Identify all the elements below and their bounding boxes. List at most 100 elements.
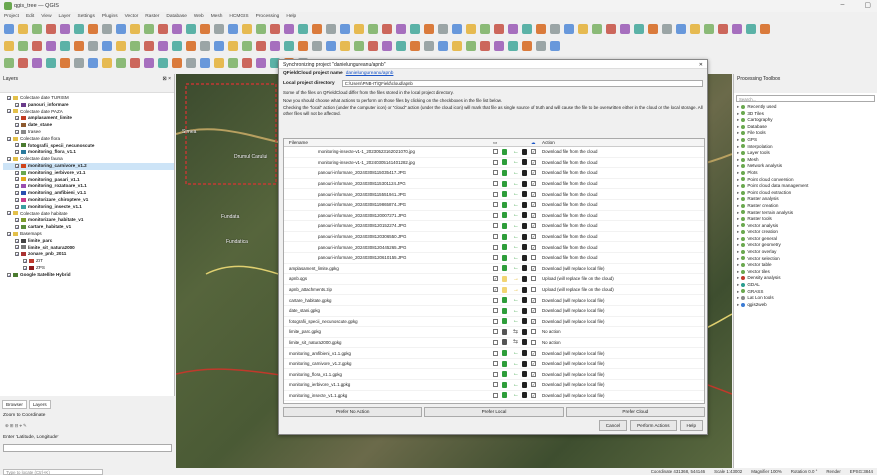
toolbar-tool-icon[interactable] (256, 24, 266, 34)
cloud-action-checkbox[interactable]: ✓ (531, 191, 536, 197)
layer-item[interactable]: ✓ cartare_habitate_v1 (3, 224, 174, 231)
layer-visibility-checkbox[interactable]: ✓ (23, 258, 27, 263)
toolbar-tool-icon[interactable] (620, 24, 630, 34)
toolbar-tool-icon[interactable] (508, 24, 518, 34)
toolbar-tool-icon[interactable] (228, 58, 238, 68)
toolbar-tool-icon[interactable] (312, 41, 322, 51)
processing-provider-item[interactable]: ▸ File tools (737, 130, 877, 137)
local-action-checkbox[interactable] (493, 318, 498, 324)
expand-arrow-icon[interactable]: ▸ (737, 157, 739, 162)
toolbar-tool-icon[interactable] (410, 24, 420, 34)
processing-provider-item[interactable]: ▸ Raster creation (737, 203, 877, 210)
menu-item-settings[interactable]: Settings (78, 14, 95, 19)
layer-visibility-checkbox[interactable]: ✓ (15, 116, 19, 121)
local-action-checkbox[interactable] (493, 223, 498, 229)
toolbar-tool-icon[interactable] (298, 24, 308, 34)
layer-visibility-checkbox[interactable]: ✓ (7, 272, 11, 277)
layer-item[interactable]: ✓ limite_sit_natura2000 (3, 245, 174, 252)
toolbar-tool-icon[interactable] (368, 24, 378, 34)
local-action-checkbox[interactable] (493, 202, 498, 208)
processing-provider-item[interactable]: ▸ Point cloud extraction (737, 190, 877, 197)
toolbar-tool-icon[interactable] (18, 41, 28, 51)
cloud-action-checkbox[interactable] (531, 339, 536, 345)
minimize-icon[interactable]: – (840, 1, 844, 9)
expand-arrow-icon[interactable]: ▸ (737, 295, 739, 300)
processing-provider-item[interactable]: ▸ 3D Tiles (737, 111, 877, 118)
toolbar-tool-icon[interactable] (116, 58, 126, 68)
layer-group[interactable]: ✓ Colectare date habitate (3, 211, 174, 218)
toolbar-tool-icon[interactable] (536, 41, 546, 51)
toolbar-tool-icon[interactable] (424, 41, 434, 51)
toolbar-tool-icon[interactable] (172, 58, 182, 68)
toolbar-tool-icon[interactable] (186, 41, 196, 51)
cloud-action-checkbox[interactable] (531, 276, 536, 282)
local-action-checkbox[interactable] (493, 181, 498, 187)
toolbar-tool-icon[interactable] (480, 41, 490, 51)
expand-arrow-icon[interactable]: ▸ (737, 190, 739, 195)
processing-provider-item[interactable]: ▸ Vector selection (737, 256, 877, 263)
expand-arrow-icon[interactable]: ▸ (737, 256, 739, 261)
menu-item-database[interactable]: Database (166, 14, 187, 19)
toolbar-tool-icon[interactable] (242, 24, 252, 34)
expand-arrow-icon[interactable]: ▸ (737, 170, 739, 175)
processing-provider-item[interactable]: ▸ Interpolation (737, 144, 877, 151)
toolbar-tool-icon[interactable] (4, 24, 14, 34)
local-action-checkbox[interactable]: ✓ (493, 276, 498, 282)
toolbar-tool-icon[interactable] (88, 24, 98, 34)
processing-search-input[interactable]: Search... (736, 95, 875, 102)
panel-close-icon[interactable]: ⊠ × (163, 76, 172, 82)
project-name-link[interactable]: danielungureanu/apnb (346, 71, 394, 76)
menu-item-mesh[interactable]: Mesh (211, 14, 223, 19)
render-toggle[interactable]: Render (826, 469, 840, 474)
toolbar-tool-icon[interactable] (578, 24, 588, 34)
toolbar-tool-icon[interactable] (186, 58, 196, 68)
menu-item-view[interactable]: View (41, 14, 51, 19)
toolbar-tool-icon[interactable] (284, 41, 294, 51)
toolbar-tool-icon[interactable] (144, 58, 154, 68)
toolbar-tool-icon[interactable] (172, 41, 182, 51)
toolbar-tool-icon[interactable] (550, 24, 560, 34)
toolbar-tool-icon[interactable] (214, 58, 224, 68)
toolbar-tool-icon[interactable] (732, 24, 742, 34)
layer-group[interactable]: ✓ Basemaps (3, 231, 174, 238)
layer-item[interactable]: ✓ trasee (3, 129, 174, 136)
processing-provider-item[interactable]: ▸ Raster analysis (737, 196, 877, 203)
scale-readout[interactable]: Scale 1:43002 (714, 469, 742, 474)
layer-visibility-checkbox[interactable]: ✓ (7, 109, 11, 114)
layer-visibility-checkbox[interactable]: ✓ (7, 136, 11, 141)
toolbar-tool-icon[interactable] (634, 24, 644, 34)
layer-visibility-checkbox[interactable]: ✓ (15, 190, 19, 195)
toolbar-tool-icon[interactable] (452, 41, 462, 51)
toolbar-tool-icon[interactable] (704, 24, 714, 34)
processing-provider-item[interactable]: ▸ Lat Lon tools (737, 295, 877, 302)
toolbar-tool-icon[interactable] (256, 58, 266, 68)
toolbar-tool-icon[interactable] (340, 24, 350, 34)
local-action-checkbox[interactable] (493, 329, 498, 335)
local-action-checkbox[interactable] (493, 234, 498, 240)
processing-provider-item[interactable]: ▸ Vector table (737, 262, 877, 269)
layer-item[interactable]: ✓ monitoring_carnivore_v1.2 (3, 162, 174, 170)
layer-visibility-checkbox[interactable]: ✓ (15, 224, 19, 229)
local-action-checkbox[interactable] (493, 191, 498, 197)
toolbar-tool-icon[interactable] (648, 24, 658, 34)
cloud-action-checkbox[interactable]: ✓ (531, 181, 536, 187)
toolbar-tool-icon[interactable] (592, 24, 602, 34)
processing-provider-item[interactable]: ▸ Database (737, 124, 877, 131)
layer-visibility-checkbox[interactable]: ✓ (7, 156, 11, 161)
menu-item-vector[interactable]: Vector (125, 14, 139, 19)
expand-arrow-icon[interactable]: ▸ (737, 282, 739, 287)
local-action-checkbox[interactable] (493, 265, 498, 271)
toolbar-tool-icon[interactable] (326, 24, 336, 34)
expand-arrow-icon[interactable]: ▸ (737, 262, 739, 267)
expand-arrow-icon[interactable]: ▸ (737, 196, 739, 201)
layer-item[interactable]: ✓ ZPS (3, 265, 174, 272)
processing-provider-item[interactable]: ▸ Vector creation (737, 229, 877, 236)
toolbar-tool-icon[interactable] (88, 58, 98, 68)
toolbar-tool-icon[interactable] (466, 24, 476, 34)
layer-visibility-checkbox[interactable]: ✓ (15, 184, 19, 189)
cloud-action-checkbox[interactable]: ✓ (531, 170, 536, 176)
layer-item[interactable]: ✓ monitoring_flora_v1.1 (3, 149, 174, 156)
toolbar-tool-icon[interactable] (718, 24, 728, 34)
processing-provider-item[interactable]: ▸ Point cloud data management (737, 183, 877, 190)
toolbar-tool-icon[interactable] (18, 58, 28, 68)
